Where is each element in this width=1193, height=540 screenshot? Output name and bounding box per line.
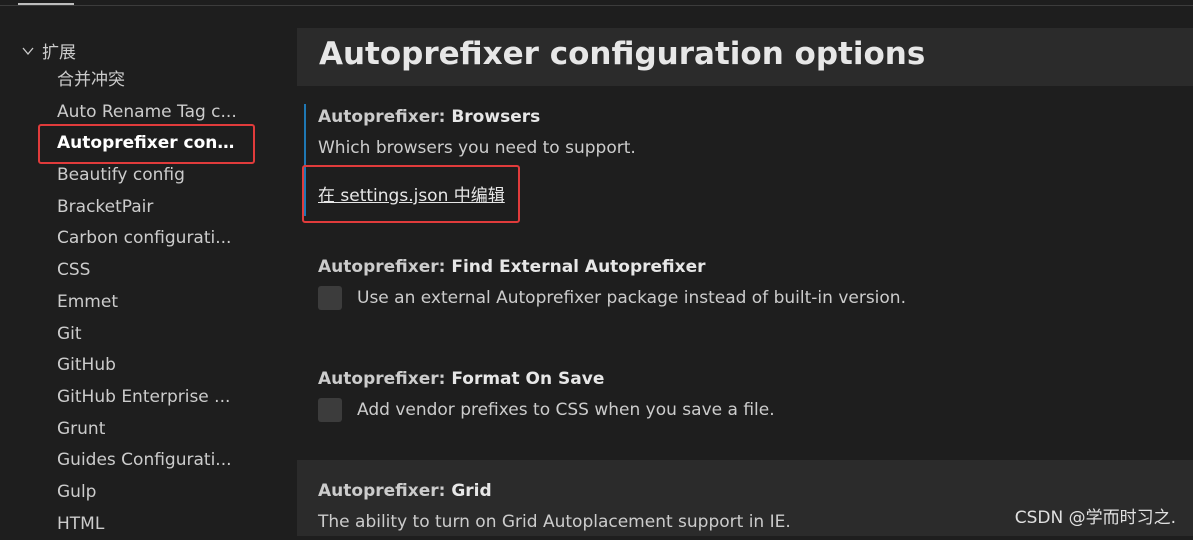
settings-main: Autoprefixer configuration options Autop… xyxy=(297,28,1193,536)
format-on-save-checkbox[interactable] xyxy=(318,398,342,422)
setting-category: Autoprefixer: xyxy=(318,369,452,389)
settings-toc: 扩展 合并冲突 Auto Rename Tag c... Autoprefixe… xyxy=(0,28,296,536)
setting-find-external: Autoprefixer: Find External Autoprefixer… xyxy=(297,254,1193,354)
settings-header: Autoprefixer configuration options xyxy=(297,28,1193,86)
setting-name: Browsers xyxy=(451,107,541,127)
setting-name: Grid xyxy=(451,481,492,501)
annotation-box-edit-link xyxy=(302,165,520,223)
toc-item-beautify[interactable]: Beautify config xyxy=(0,160,237,192)
toc-item-guides[interactable]: Guides Configurati... xyxy=(0,445,237,477)
setting-description: The ability to turn on Grid Autoplacemen… xyxy=(318,512,791,532)
toc-item-merge-conflict[interactable]: 合并冲突 xyxy=(0,65,237,97)
toc-item-github[interactable]: GitHub xyxy=(0,350,237,382)
setting-name: Format On Save xyxy=(451,369,605,389)
setting-name: Find External Autoprefixer xyxy=(451,257,706,277)
setting-description: Which browsers you need to support. xyxy=(318,138,636,158)
setting-label: Autoprefixer: Find External Autoprefixer xyxy=(318,257,706,277)
toc-item-grunt[interactable]: Grunt xyxy=(0,414,237,446)
toc-item-bracketpair[interactable]: BracketPair xyxy=(0,192,237,224)
find-external-checkbox[interactable] xyxy=(318,286,342,310)
toc-item-gulp[interactable]: Gulp xyxy=(0,477,237,509)
page-title: Autoprefixer configuration options xyxy=(319,36,926,72)
setting-description: Use an external Autoprefixer package ins… xyxy=(357,288,906,308)
toc-item-css[interactable]: CSS xyxy=(0,255,237,287)
setting-category: Autoprefixer: xyxy=(318,257,452,277)
top-tab-bar xyxy=(0,0,1193,6)
watermark: CSDN @学而时习之. xyxy=(1014,508,1176,528)
toc-item-emmet[interactable]: Emmet xyxy=(0,287,237,319)
setting-format-on-save: Autoprefixer: Format On Save Add vendor … xyxy=(297,366,1193,466)
setting-label: Autoprefixer: Grid xyxy=(318,481,492,501)
toc-section-extensions[interactable]: 扩展 xyxy=(22,37,76,63)
toc-item-github-enterprise[interactable]: GitHub Enterprise ... xyxy=(0,382,237,414)
chevron-down-icon xyxy=(22,42,34,56)
setting-label: Autoprefixer: Browsers xyxy=(318,107,540,127)
active-tab-indicator xyxy=(18,3,74,5)
toc-item-git[interactable]: Git xyxy=(0,319,237,351)
annotation-box-toc xyxy=(38,124,255,164)
toc-item-html[interactable]: HTML xyxy=(0,509,237,540)
setting-category: Autoprefixer: xyxy=(318,107,452,127)
toc-section-label: 扩展 xyxy=(42,42,76,63)
setting-description: Add vendor prefixes to CSS when you save… xyxy=(357,400,775,420)
toc-item-carbon[interactable]: Carbon configurati... xyxy=(0,223,237,255)
setting-category: Autoprefixer: xyxy=(318,481,452,501)
setting-label: Autoprefixer: Format On Save xyxy=(318,369,604,389)
